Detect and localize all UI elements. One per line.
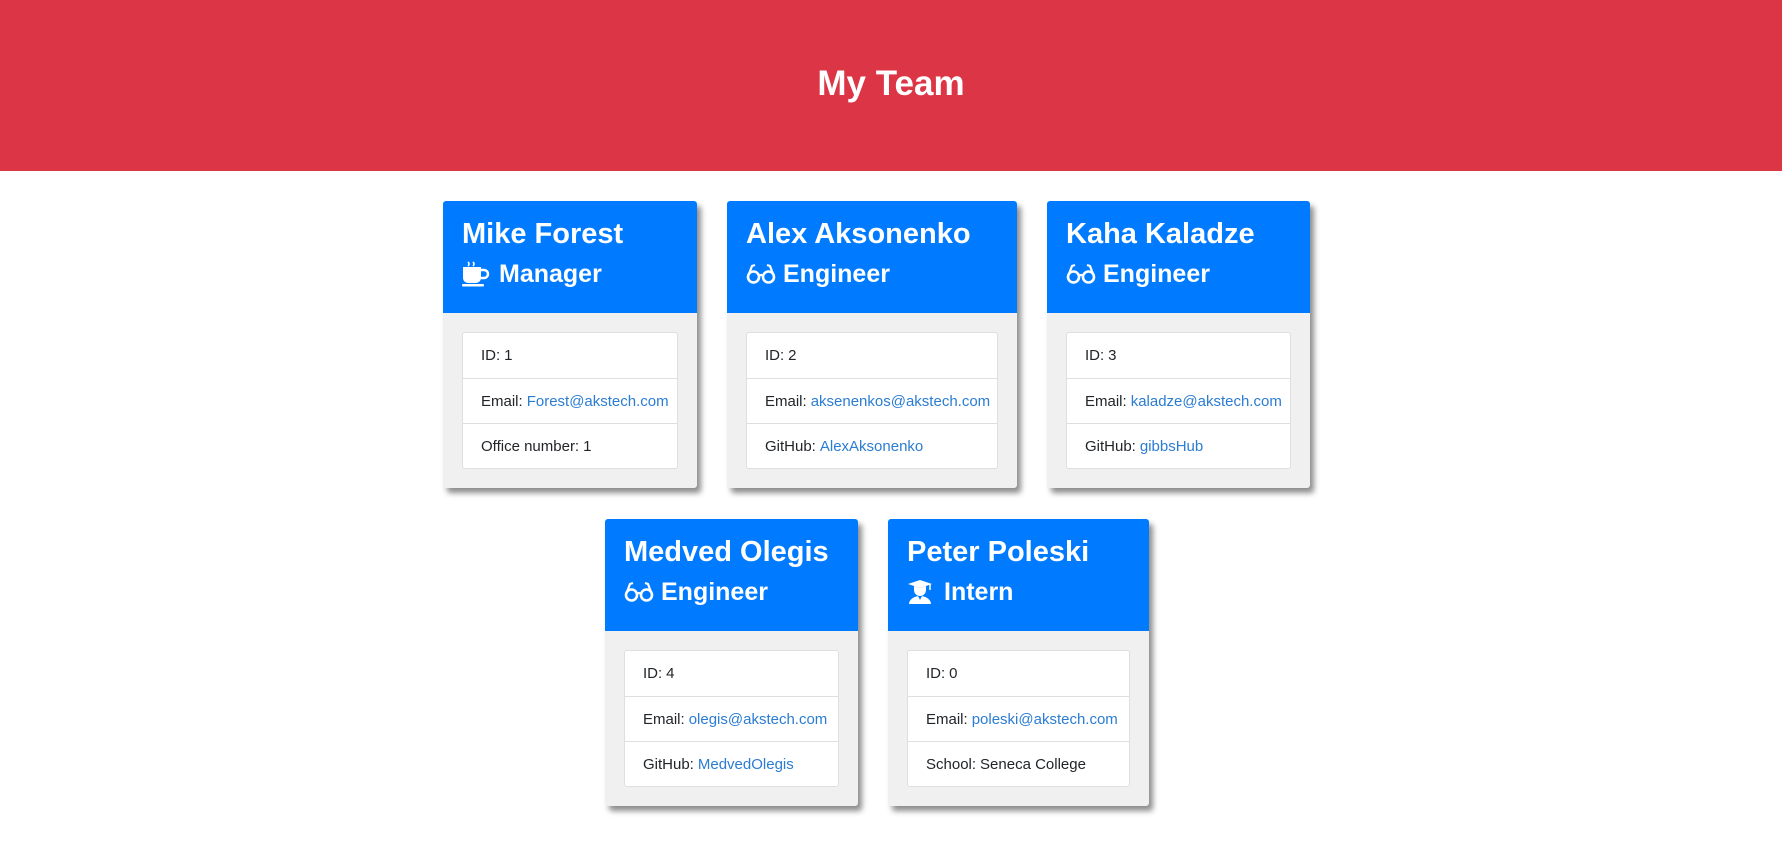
id-item: ID: 0 [908, 651, 1129, 696]
member-name: Alex Aksonenko [746, 218, 971, 250]
id-item: ID: 3 [1067, 333, 1290, 378]
member-role-label: Engineer [783, 260, 890, 288]
email-link[interactable]: poleski@akstech.com [972, 711, 1118, 728]
info-list: ID: 0 Email: poleski@akstech.com School:… [907, 650, 1130, 787]
email-item: Email: olegis@akstech.com [625, 696, 838, 741]
member-card: Kaha Kaladze Engineer ID: 3 Email: kalad… [1047, 201, 1310, 488]
member-role-label: Intern [944, 578, 1014, 606]
card-body: ID: 1 Email: Forest@akstech.com Office n… [443, 313, 697, 488]
github-label: GitHub: [1085, 437, 1136, 455]
card-body: ID: 0 Email: poleski@akstech.com School:… [888, 631, 1149, 806]
member-card: Alex Aksonenko Engineer ID: 2 Email: aks… [727, 201, 1017, 488]
school-value: Seneca College [980, 755, 1086, 773]
email-label: Email: [765, 392, 807, 410]
id-value: 0 [949, 665, 958, 682]
team-container: Mike Forest Manager ID: 1 Email: Forest@… [0, 171, 1782, 867]
card-header: Medved Olegis Engineer [605, 519, 858, 631]
email-link[interactable]: olegis@akstech.com [689, 711, 828, 728]
info-list: ID: 3 Email: kaladze@akstech.com GitHub:… [1066, 332, 1291, 469]
glasses-icon [624, 579, 654, 605]
member-role-label: Engineer [1103, 260, 1210, 288]
id-value: 4 [666, 665, 675, 682]
id-value: 3 [1108, 347, 1117, 364]
member-role: Engineer [1066, 258, 1291, 290]
page-header: My Team [0, 0, 1782, 171]
card-header: Kaha Kaladze Engineer [1047, 201, 1310, 313]
member-name: Kaha Kaladze [1066, 218, 1255, 250]
page-title: My Team [817, 63, 965, 103]
email-label: Email: [643, 710, 685, 728]
office-number-value: 1 [583, 437, 592, 455]
member-card: Mike Forest Manager ID: 1 Email: Forest@… [443, 201, 697, 488]
office-number-label: Office number: [481, 437, 580, 455]
github-item: GitHub: gibbsHub [1067, 423, 1290, 468]
member-card: Peter Poleski Intern ID: 0 Email: polesk… [888, 519, 1149, 806]
email-label: Email: [1085, 392, 1127, 410]
member-name: Medved Olegis [624, 536, 829, 568]
member-name: Mike Forest [462, 218, 624, 250]
member-name: Peter Poleski [907, 536, 1090, 568]
email-item: Email: Forest@akstech.com [463, 378, 677, 423]
glasses-icon [1066, 261, 1096, 287]
id-value: 2 [788, 347, 797, 364]
email-label: Email: [481, 392, 523, 410]
info-list: ID: 4 Email: olegis@akstech.com GitHub: … [624, 650, 839, 787]
email-item: Email: poleski@akstech.com [908, 696, 1129, 741]
member-card: Medved Olegis Engineer ID: 4 Email: oleg… [605, 519, 858, 806]
office-number-item: Office number: 1 [463, 423, 677, 468]
glasses-icon [746, 261, 776, 287]
card-header: Peter Poleski Intern [888, 519, 1149, 631]
github-link[interactable]: gibbsHub [1140, 438, 1203, 455]
github-item: GitHub: AlexAksonenko [747, 423, 997, 468]
email-item: Email: aksenenkos@akstech.com [747, 378, 997, 423]
member-role: Engineer [746, 258, 998, 290]
graduate-icon [907, 579, 937, 605]
id-value: 1 [504, 347, 513, 364]
email-label: Email: [926, 710, 968, 728]
email-link[interactable]: Forest@akstech.com [527, 393, 669, 410]
card-header: Mike Forest Manager [443, 201, 697, 313]
github-label: GitHub: [643, 755, 694, 773]
info-list: ID: 2 Email: aksenenkos@akstech.com GitH… [746, 332, 998, 469]
id-label: ID: [481, 347, 501, 364]
github-item: GitHub: MedvedOlegis [625, 741, 838, 786]
email-link[interactable]: aksenenkos@akstech.com [811, 393, 990, 410]
id-item: ID: 2 [747, 333, 997, 378]
id-item: ID: 1 [463, 333, 677, 378]
email-link[interactable]: kaladze@akstech.com [1131, 393, 1282, 410]
school-label: School: [926, 755, 977, 773]
member-role-label: Manager [499, 260, 602, 288]
id-label: ID: [765, 347, 785, 364]
member-role: Intern [907, 576, 1130, 608]
email-item: Email: kaladze@akstech.com [1067, 378, 1290, 423]
card-body: ID: 2 Email: aksenenkos@akstech.com GitH… [727, 313, 1017, 488]
id-item: ID: 4 [625, 651, 838, 696]
id-label: ID: [926, 665, 946, 682]
github-link[interactable]: AlexAksonenko [820, 438, 923, 455]
school-item: School: Seneca College [908, 741, 1129, 786]
member-role-label: Engineer [661, 578, 768, 606]
member-role: Manager [462, 258, 678, 290]
info-list: ID: 1 Email: Forest@akstech.com Office n… [462, 332, 678, 469]
github-label: GitHub: [765, 437, 816, 455]
member-role: Engineer [624, 576, 839, 608]
card-body: ID: 3 Email: kaladze@akstech.com GitHub:… [1047, 313, 1310, 488]
card-body: ID: 4 Email: olegis@akstech.com GitHub: … [605, 631, 858, 806]
card-header: Alex Aksonenko Engineer [727, 201, 1017, 313]
id-label: ID: [1085, 347, 1105, 364]
id-label: ID: [643, 665, 663, 682]
coffee-icon [462, 261, 492, 287]
github-link[interactable]: MedvedOlegis [698, 756, 794, 773]
